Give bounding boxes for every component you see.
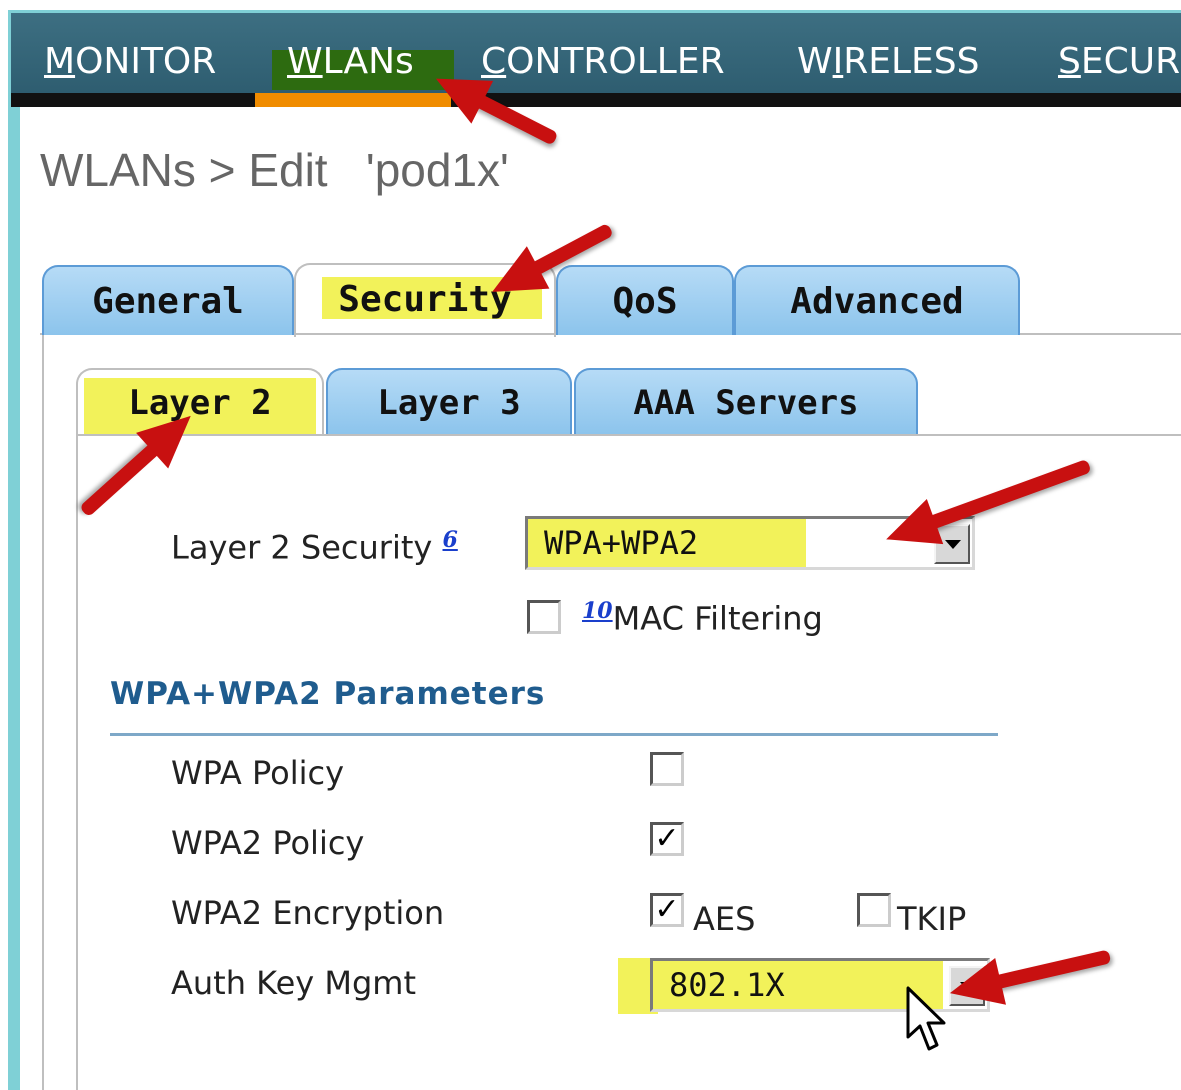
wpa2-policy-label: WPA2 Policy	[171, 824, 365, 862]
nav-item-monitor[interactable]: MONITOR	[44, 40, 216, 84]
nav-item-security[interactable]: SECUR	[1058, 40, 1180, 84]
nav-item-controller[interactable]: CONTROLLER	[481, 40, 725, 84]
mac-filtering-row: 10MAC Filtering	[582, 598, 823, 638]
auth-key-mgmt-value: 802.1X	[653, 961, 943, 1009]
nav-controller-label: ONTROLLER	[506, 41, 725, 82]
nav-wlans-accesskey: W	[287, 41, 323, 82]
layer2-security-label: Layer 2 Security 6	[171, 527, 458, 567]
subtab-layer3[interactable]: Layer 3	[326, 368, 572, 434]
nav-wireless-label: RELESS	[843, 41, 980, 82]
content-left-border	[11, 107, 20, 1090]
nav-active-indicator	[255, 93, 451, 107]
wpa2-policy-checkbox[interactable]: ✓	[650, 822, 684, 856]
layer2-security-help-link[interactable]: 6	[443, 527, 458, 553]
nav-item-wlans[interactable]: WLANs	[287, 40, 414, 84]
tab-general[interactable]: General	[42, 265, 294, 335]
wpa-policy-checkbox[interactable]	[650, 752, 684, 786]
mouse-pointer-icon	[906, 986, 946, 1051]
tab-qos[interactable]: QoS	[556, 265, 734, 335]
layer2-security-value: WPA+WPA2	[528, 519, 806, 567]
page-title: WLANs > Edit 'pod1x'	[40, 144, 509, 196]
wpa-section-divider	[110, 733, 998, 736]
tkip-label: TKIP	[897, 900, 967, 938]
layer2-security-text: Layer 2 Security	[171, 528, 433, 567]
nav-wlans-label: LANs	[322, 41, 414, 82]
nav-security-label: ECUR	[1080, 41, 1181, 82]
nav-item-wireless[interactable]: WIRELESS	[797, 40, 980, 84]
window: MONITOR WLANs CONTROLLER WIRELESS SECUR …	[0, 0, 1181, 1090]
tab-advanced[interactable]: Advanced	[734, 265, 1020, 335]
subtab-aaa-servers[interactable]: AAA Servers	[574, 368, 918, 434]
nav-monitor-accesskey: M	[44, 41, 76, 82]
mac-filtering-checkbox[interactable]	[527, 600, 561, 634]
subtab-layer2[interactable]: Layer 2	[76, 368, 324, 434]
auth-key-mgmt-label: Auth Key Mgmt	[171, 964, 416, 1002]
aes-checkbox[interactable]: ✓	[650, 893, 684, 927]
mac-filtering-help-link[interactable]: 10	[582, 598, 613, 624]
wpa-section-title: WPA+WPA2 Parameters	[110, 676, 546, 712]
wpa2-encryption-label: WPA2 Encryption	[171, 894, 445, 932]
top-nav-underbar	[11, 93, 1181, 107]
nav-wireless-accesskey: I	[832, 41, 844, 82]
mac-filtering-label: MAC Filtering	[612, 599, 823, 638]
nav-monitor-label: ONITOR	[75, 41, 217, 82]
nav-wireless-prefix: W	[797, 41, 833, 82]
wpa-policy-label: WPA Policy	[171, 754, 344, 792]
tkip-checkbox[interactable]	[857, 893, 891, 927]
nav-security-accesskey: S	[1058, 41, 1081, 82]
aes-label: AES	[693, 900, 756, 938]
